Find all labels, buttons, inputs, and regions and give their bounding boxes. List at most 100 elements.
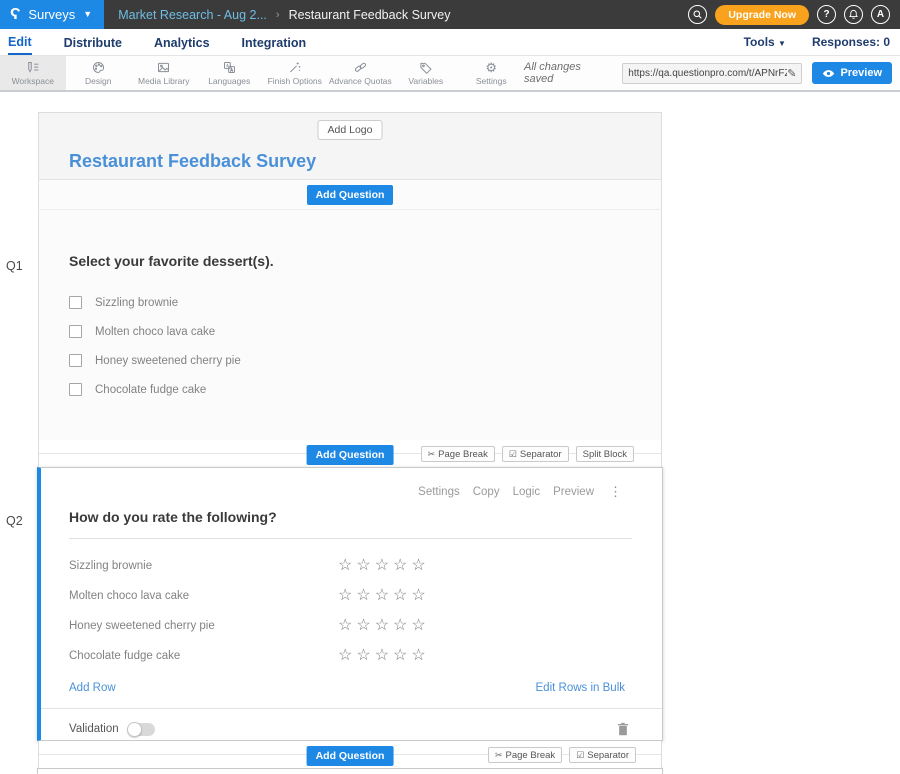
toolbar-item-workspace[interactable]: Workspace — [0, 56, 66, 90]
toolbar-item-advance-quotas[interactable]: Advance Quotas — [328, 56, 394, 90]
q2-more-options-kebab-icon[interactable] — [609, 484, 622, 500]
option-label[interactable]: Sizzling brownie — [95, 297, 178, 309]
toolbar-item-label: Languages — [208, 76, 250, 86]
star-icon[interactable] — [411, 618, 425, 634]
rating-row-label[interactable]: Molten choco lava cake — [69, 590, 338, 602]
upgrade-now-button[interactable]: Upgrade Now — [715, 5, 809, 25]
validation-toggle[interactable] — [128, 723, 155, 736]
breadcrumb-parent-folder[interactable]: Market Research - Aug 2... — [118, 8, 267, 22]
option-label[interactable]: Honey sweetened cherry pie — [95, 355, 241, 367]
star-icon[interactable] — [356, 648, 370, 664]
star-icon[interactable] — [375, 618, 389, 634]
block-actions-row-1: Add Question Page Break Separator Split … — [38, 440, 662, 467]
toolbar-item-languages[interactable]: Languages — [197, 56, 263, 90]
tools-menu[interactable]: Tools ▼ — [744, 35, 786, 49]
add-question-button[interactable]: Add Question — [307, 445, 394, 465]
star-icon[interactable] — [393, 588, 407, 604]
q2-logic-action[interactable]: Logic — [513, 486, 541, 498]
star-icon[interactable] — [393, 618, 407, 634]
star-rating-control[interactable] — [338, 648, 426, 664]
rating-row-label[interactable]: Chocolate fudge cake — [69, 650, 338, 662]
add-question-button[interactable]: Add Question — [307, 746, 394, 766]
q2-row-links: Add Row Edit Rows in Bulk — [41, 682, 662, 694]
toolbar-item-label: Settings — [476, 76, 507, 86]
star-icon[interactable] — [356, 558, 370, 574]
rating-row-label[interactable]: Sizzling brownie — [69, 560, 338, 572]
help-button[interactable]: ? — [817, 5, 836, 24]
add-question-button[interactable]: Add Question — [307, 185, 394, 205]
toolbar-item-design[interactable]: Design — [66, 56, 132, 90]
notifications-button[interactable] — [844, 5, 863, 24]
variables-tag-icon — [418, 60, 433, 75]
page-break-label: Page Break — [506, 750, 556, 761]
rating-row-label[interactable]: Honey sweetened cherry pie — [69, 620, 338, 632]
star-rating-control[interactable] — [338, 588, 426, 604]
finish-options-wand-icon — [287, 60, 302, 75]
q1-option-row: Honey sweetened cherry pie — [69, 346, 661, 375]
tab-distribute[interactable]: Distribute — [64, 31, 122, 54]
star-icon[interactable] — [356, 618, 370, 634]
q2-settings-action[interactable]: Settings — [418, 486, 460, 498]
star-icon[interactable] — [338, 618, 352, 634]
option-label[interactable]: Chocolate fudge cake — [95, 384, 206, 396]
option-checkbox[interactable] — [69, 296, 82, 309]
toolbar-item-settings[interactable]: ⚙ Settings — [459, 56, 525, 90]
question-block-q2-selected[interactable]: Settings Copy Logic Preview How do you r… — [37, 467, 663, 741]
star-icon[interactable] — [338, 588, 352, 604]
separator-button[interactable]: Separator — [569, 747, 636, 763]
star-icon[interactable] — [338, 648, 352, 664]
q2-preview-action[interactable]: Preview — [553, 486, 594, 498]
option-checkbox[interactable] — [69, 383, 82, 396]
survey-section-nav: Edit Distribute Analytics Integration To… — [0, 29, 900, 56]
star-icon[interactable] — [338, 558, 352, 574]
toolbar-item-media-library[interactable]: Media Library — [131, 56, 197, 90]
edit-rows-in-bulk-link[interactable]: Edit Rows in Bulk — [536, 682, 625, 694]
survey-url-input[interactable] — [628, 68, 787, 79]
star-icon[interactable] — [411, 558, 425, 574]
star-rating-control[interactable] — [338, 618, 426, 634]
star-rating-control[interactable] — [338, 558, 426, 574]
star-icon[interactable] — [393, 648, 407, 664]
search-button[interactable] — [688, 5, 707, 24]
add-logo-button[interactable]: Add Logo — [318, 120, 383, 140]
product-menu-label: Surveys — [28, 7, 75, 22]
split-block-button[interactable]: Split Block — [576, 446, 634, 462]
toolbar-item-finish-options[interactable]: Finish Options — [262, 56, 328, 90]
page-break-button[interactable]: Page Break — [421, 446, 495, 462]
next-page-card-edge — [37, 768, 663, 774]
star-icon[interactable] — [411, 588, 425, 604]
star-icon[interactable] — [375, 558, 389, 574]
add-row-link[interactable]: Add Row — [69, 682, 116, 694]
responses-count[interactable]: Responses: 0 — [812, 35, 890, 49]
rating-row: Molten choco lava cake — [41, 581, 662, 611]
advance-quotas-link-icon — [353, 60, 368, 75]
preview-button[interactable]: Preview — [812, 62, 892, 84]
page-break-button[interactable]: Page Break — [488, 747, 562, 763]
star-icon[interactable] — [375, 588, 389, 604]
star-icon[interactable] — [375, 648, 389, 664]
separator-button[interactable]: Separator — [502, 446, 569, 462]
star-icon[interactable] — [393, 558, 407, 574]
tab-edit[interactable]: Edit — [8, 30, 32, 55]
toolbar-item-variables[interactable]: Variables — [393, 56, 459, 90]
separator-icon — [576, 750, 584, 761]
q2-copy-action[interactable]: Copy — [473, 486, 500, 498]
account-avatar[interactable]: A — [871, 5, 890, 24]
q2-question-text[interactable]: How do you rate the following? — [69, 509, 632, 539]
option-checkbox[interactable] — [69, 354, 82, 367]
delete-question-button[interactable] — [617, 722, 629, 736]
tools-label: Tools — [744, 35, 775, 49]
split-block-label: Split Block — [583, 449, 627, 460]
q1-question-text[interactable]: Select your favorite dessert(s). — [69, 253, 661, 269]
survey-title[interactable]: Restaurant Feedback Survey — [69, 151, 316, 172]
surveys-product-menu[interactable]: Ɂ Surveys ▼ — [0, 0, 104, 29]
option-label[interactable]: Molten choco lava cake — [95, 326, 215, 338]
star-icon[interactable] — [411, 648, 425, 664]
option-checkbox[interactable] — [69, 325, 82, 338]
star-icon[interactable] — [356, 588, 370, 604]
tab-analytics[interactable]: Analytics — [154, 31, 210, 54]
edit-url-pencil-icon[interactable] — [787, 67, 796, 80]
survey-url-box — [622, 63, 802, 84]
question-block-q1[interactable]: Select your favorite dessert(s). Sizzlin… — [38, 210, 662, 440]
tab-integration[interactable]: Integration — [242, 31, 307, 54]
